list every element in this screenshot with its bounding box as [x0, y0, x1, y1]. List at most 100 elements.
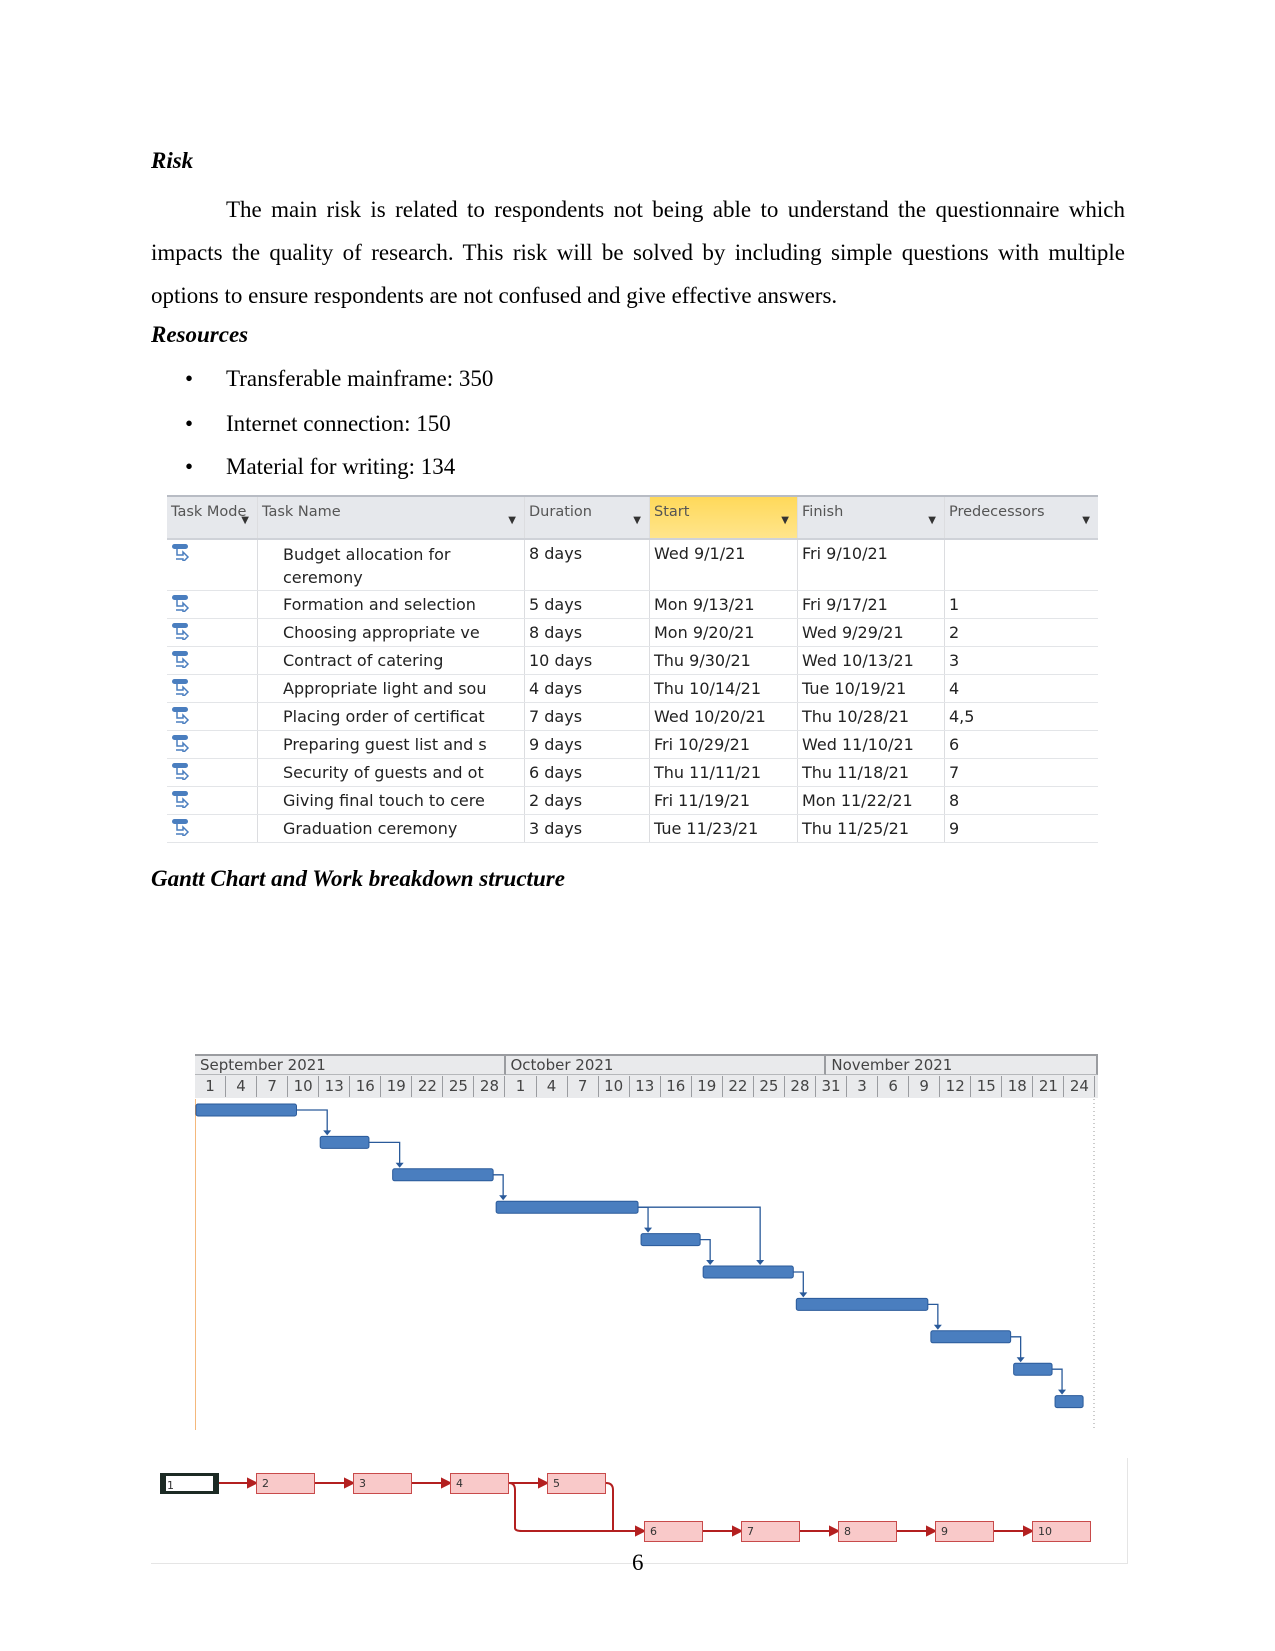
col-start[interactable]: Start ▼	[650, 497, 798, 538]
start-cell[interactable]: Thu 10/14/21	[650, 675, 798, 702]
duration-cell[interactable]: 5 days	[525, 591, 650, 618]
task-name-cell[interactable]: Giving final touch to cere	[258, 787, 525, 814]
start-cell[interactable]: Wed 10/20/21	[650, 703, 798, 730]
finish-cell[interactable]: Thu 11/25/21	[798, 815, 945, 842]
duration-cell[interactable]: 9 days	[525, 731, 650, 758]
network-node[interactable]: 9	[935, 1521, 994, 1542]
task-name-cell[interactable]: Contract of catering	[258, 647, 525, 674]
predecessors-cell[interactable]: 1	[945, 591, 1098, 618]
table-row[interactable]: Placing order of certificat 7 days Wed 1…	[167, 703, 1098, 731]
start-cell[interactable]: Thu 9/30/21	[650, 647, 798, 674]
dependency-link	[368, 1141, 401, 1166]
table-row[interactable]: Formation and selection 5 days Mon 9/13/…	[167, 591, 1098, 619]
col-predecessors[interactable]: Predecessors ▼	[945, 497, 1098, 538]
predecessors-cell[interactable]: 7	[945, 759, 1098, 786]
start-cell[interactable]: Tue 11/23/21	[650, 815, 798, 842]
finish-cell[interactable]: Thu 10/28/21	[798, 703, 945, 730]
task-name-cell[interactable]: Formation and selection	[258, 591, 525, 618]
dependency-link	[793, 1271, 804, 1296]
gantt-chart: September 2021 October 2021 November 2021 1…	[195, 1054, 1098, 1434]
start-cell[interactable]: Mon 9/20/21	[650, 619, 798, 646]
arrow-head-icon	[344, 1477, 356, 1489]
task-mode-cell	[167, 787, 258, 814]
network-node[interactable]: 3	[353, 1473, 412, 1494]
task-mode-cell	[167, 731, 258, 758]
col-duration[interactable]: Duration ▼	[525, 497, 650, 538]
table-row[interactable]: Graduation ceremony 3 days Tue 11/23/21 …	[167, 815, 1098, 843]
start-cell[interactable]: Thu 11/11/21	[650, 759, 798, 786]
arrow-head-icon	[933, 1324, 942, 1330]
table-row[interactable]: Security of guests and ot 6 days Thu 11/…	[167, 759, 1098, 787]
table-row[interactable]: Giving final touch to cere 2 days Fri 11…	[167, 787, 1098, 815]
dropdown-arrow-icon[interactable]: ▼	[1082, 512, 1090, 530]
finish-cell[interactable]: Tue 10/19/21	[798, 675, 945, 702]
network-node[interactable]: 2	[256, 1473, 315, 1494]
task-bar	[195, 1103, 297, 1117]
task-name-cell[interactable]: Security of guests and ot	[258, 759, 525, 786]
table-row[interactable]: Budget allocation for ceremony 8 days We…	[167, 540, 1098, 591]
finish-cell[interactable]: Fri 9/17/21	[798, 591, 945, 618]
network-node[interactable]: 4	[450, 1473, 509, 1494]
duration-cell[interactable]: 2 days	[525, 787, 650, 814]
table-row[interactable]: Contract of catering 10 days Thu 9/30/21…	[167, 647, 1098, 675]
finish-cell[interactable]: Wed 9/29/21	[798, 619, 945, 646]
dropdown-arrow-icon[interactable]: ▼	[508, 512, 516, 530]
arrow-head-icon	[1058, 1389, 1067, 1395]
arrow-head-icon	[499, 1195, 508, 1201]
task-mode-cell	[167, 647, 258, 674]
duration-cell[interactable]: 8 days	[525, 540, 650, 590]
task-mode-auto-icon	[172, 651, 190, 671]
table-row[interactable]: Preparing guest list and s 9 days Fri 10…	[167, 731, 1098, 759]
task-bar	[495, 1200, 639, 1214]
predecessors-cell[interactable]: 6	[945, 731, 1098, 758]
duration-cell[interactable]: 6 days	[525, 759, 650, 786]
dropdown-arrow-icon[interactable]: ▼	[928, 512, 936, 530]
finish-cell[interactable]: Mon 11/22/21	[798, 787, 945, 814]
predecessors-cell[interactable]: 9	[945, 815, 1098, 842]
start-cell[interactable]: Wed 9/1/21	[650, 540, 798, 590]
col-finish[interactable]: Finish ▼	[798, 497, 945, 538]
table-row[interactable]: Appropriate light and sou 4 days Thu 10/…	[167, 675, 1098, 703]
duration-cell[interactable]: 8 days	[525, 619, 650, 646]
task-name-cell[interactable]: Choosing appropriate ve	[258, 619, 525, 646]
task-mode-cell	[167, 703, 258, 730]
task-name-cell[interactable]: Appropriate light and sou	[258, 675, 525, 702]
duration-cell[interactable]: 10 days	[525, 647, 650, 674]
predecessors-cell[interactable]: 2	[945, 619, 1098, 646]
task-name-cell[interactable]: Graduation ceremony	[258, 815, 525, 842]
network-node[interactable]: 8	[838, 1521, 897, 1542]
finish-cell[interactable]: Thu 11/18/21	[798, 759, 945, 786]
duration-cell[interactable]: 4 days	[525, 675, 650, 702]
duration-cell[interactable]: 7 days	[525, 703, 650, 730]
task-mode-auto-icon	[172, 544, 190, 564]
predecessors-cell[interactable]: 8	[945, 787, 1098, 814]
start-cell[interactable]: Mon 9/13/21	[650, 591, 798, 618]
finish-cell[interactable]: Fri 9/10/21	[798, 540, 945, 590]
network-node[interactable]: 1	[160, 1473, 219, 1494]
dropdown-arrow-icon[interactable]: ▼	[241, 512, 249, 530]
predecessors-cell[interactable]: 4,5	[945, 703, 1098, 730]
network-node[interactable]: 6	[644, 1521, 703, 1542]
network-node[interactable]: 10	[1032, 1521, 1091, 1542]
finish-cell[interactable]: Wed 10/13/21	[798, 647, 945, 674]
network-node[interactable]: 5	[547, 1473, 606, 1494]
table-header: Task Mode ▼ Task Name ▼ Duration ▼ Start ▼ F…	[167, 497, 1098, 540]
predecessors-cell[interactable]	[945, 540, 1098, 590]
duration-cell[interactable]: 3 days	[525, 815, 650, 842]
dependency-link	[296, 1109, 328, 1134]
task-name-cell[interactable]: Placing order of certificat	[258, 703, 525, 730]
predecessors-cell[interactable]: 4	[945, 675, 1098, 702]
task-name-cell[interactable]: Budget allocation for ceremony	[258, 540, 525, 590]
dropdown-arrow-icon[interactable]: ▼	[633, 512, 641, 530]
dropdown-arrow-icon[interactable]: ▼	[781, 512, 789, 530]
col-task-name[interactable]: Task Name ▼	[258, 497, 525, 538]
task-name-cell[interactable]: Preparing guest list and s	[258, 731, 525, 758]
predecessors-cell[interactable]: 3	[945, 647, 1098, 674]
start-cell[interactable]: Fri 10/29/21	[650, 731, 798, 758]
task-table: Task Mode ▼ Task Name ▼ Duration ▼ Start ▼ F…	[167, 495, 1098, 843]
col-task-mode[interactable]: Task Mode ▼	[167, 497, 258, 538]
finish-cell[interactable]: Wed 11/10/21	[798, 731, 945, 758]
network-node[interactable]: 7	[741, 1521, 800, 1542]
start-cell[interactable]: Fri 11/19/21	[650, 787, 798, 814]
table-row[interactable]: Choosing appropriate ve 8 days Mon 9/20/…	[167, 619, 1098, 647]
